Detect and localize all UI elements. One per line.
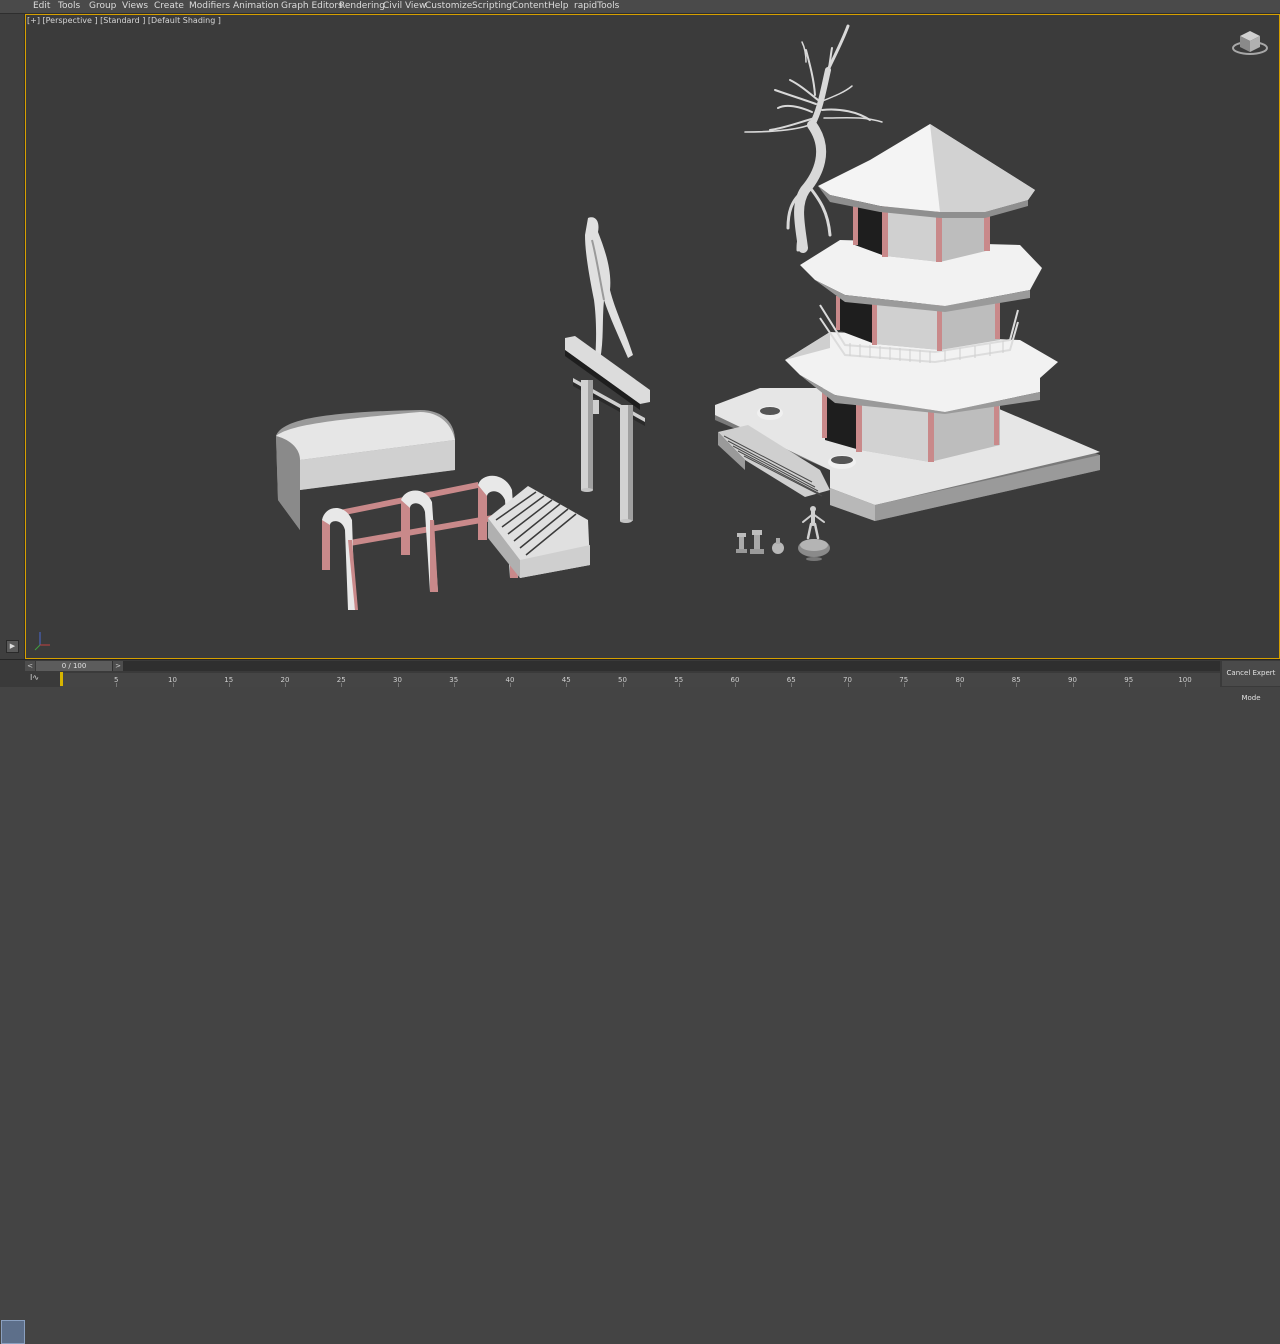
perspective-viewport[interactable]: [+] [Perspective ] [Standard ] [Default …: [25, 14, 1280, 659]
menu-animation[interactable]: Animation: [233, 0, 279, 13]
next-frame-button[interactable]: >: [113, 661, 123, 671]
viewcube-icon[interactable]: [1232, 31, 1268, 55]
prev-frame-button[interactable]: <: [25, 661, 35, 671]
menu-rapidtools[interactable]: rapidTools: [574, 0, 619, 13]
time-cursor[interactable]: [60, 672, 63, 686]
menu-graph-editors[interactable]: Graph Editors: [281, 0, 343, 13]
timeline-tick-label: 30: [393, 676, 402, 684]
timeline-tick-label: 65: [786, 676, 796, 684]
timeline-tick-label: 55: [674, 676, 684, 684]
cancel-expert-mode-button[interactable]: Cancel Expert Mode: [1222, 661, 1280, 702]
menu-content[interactable]: Content: [512, 0, 548, 13]
time-slider-thumb[interactable]: 0 / 100: [36, 661, 112, 671]
pagoda-model: [785, 124, 1058, 462]
menu-edit[interactable]: Edit: [33, 0, 50, 13]
menu-create[interactable]: Create: [154, 0, 184, 13]
menu-modifiers[interactable]: Modifiers: [189, 0, 230, 13]
time-slider[interactable]: 0 / 100: [36, 661, 1220, 671]
play-icon[interactable]: ▶: [6, 640, 19, 653]
menu-bar: Edit Tools Group Views Create Modifiers …: [0, 0, 1280, 14]
menu-civil-view[interactable]: Civil View: [383, 0, 426, 13]
timeline-tick-label: 95: [1124, 676, 1134, 684]
scene-render: [34, 24, 1268, 651]
timeline-tick-label: 75: [899, 676, 909, 684]
left-toolbar-strip: [0, 14, 25, 659]
timeline-tick-label: 85: [1011, 676, 1021, 684]
timeline-tick-label: 20: [280, 676, 290, 684]
menu-help[interactable]: Help: [548, 0, 569, 13]
timeline-tick-label: 60: [730, 676, 740, 684]
menu-group[interactable]: Group: [89, 0, 116, 13]
human-figure-model: [802, 506, 825, 540]
timeline-tick-label: 70: [843, 676, 852, 684]
timeline-tick-label: 90: [1068, 676, 1077, 684]
torii-gate-model: [565, 217, 650, 523]
menu-views[interactable]: Views: [122, 0, 148, 13]
stairs-model: [488, 486, 590, 578]
timeline-tick-label: 100: [1178, 676, 1192, 684]
axis-tripod-icon: [34, 632, 50, 651]
timeline-tick-label: 40: [505, 676, 515, 684]
menu-scripting[interactable]: Scripting: [472, 0, 512, 13]
lanterns-and-props: [736, 530, 830, 561]
timeline-tick-label: 45: [561, 676, 571, 684]
timeline-tick-label: 35: [449, 676, 459, 684]
timeline-panel: < 0 / 100 > 5 10 15 20 25 30 35 40 45 50 55 60 65 70 7…: [0, 659, 1280, 1344]
timeline-ruler[interactable]: 5 10 15 20 25 30 35 40 45 50 55 60 65 70 75 80 85 90 95 100: [60, 673, 1220, 687]
pergola-model: [322, 475, 518, 610]
timeline-tick-label: 25: [336, 676, 346, 684]
curve-editor-button[interactable]: Ι∿: [30, 673, 39, 682]
timeline-tick-label: 5: [114, 676, 119, 684]
menu-tools[interactable]: Tools: [58, 0, 80, 13]
timeline-tick-label: 80: [955, 676, 965, 684]
menu-rendering[interactable]: Rendering: [339, 0, 385, 13]
timeline-tick-label: 50: [618, 676, 627, 684]
timeline-tick-label: 15: [224, 676, 234, 684]
menu-customize[interactable]: Customize: [425, 0, 472, 13]
timeline-tick-label: 10: [168, 676, 177, 684]
viewport-layout-icon[interactable]: [1, 1320, 25, 1344]
